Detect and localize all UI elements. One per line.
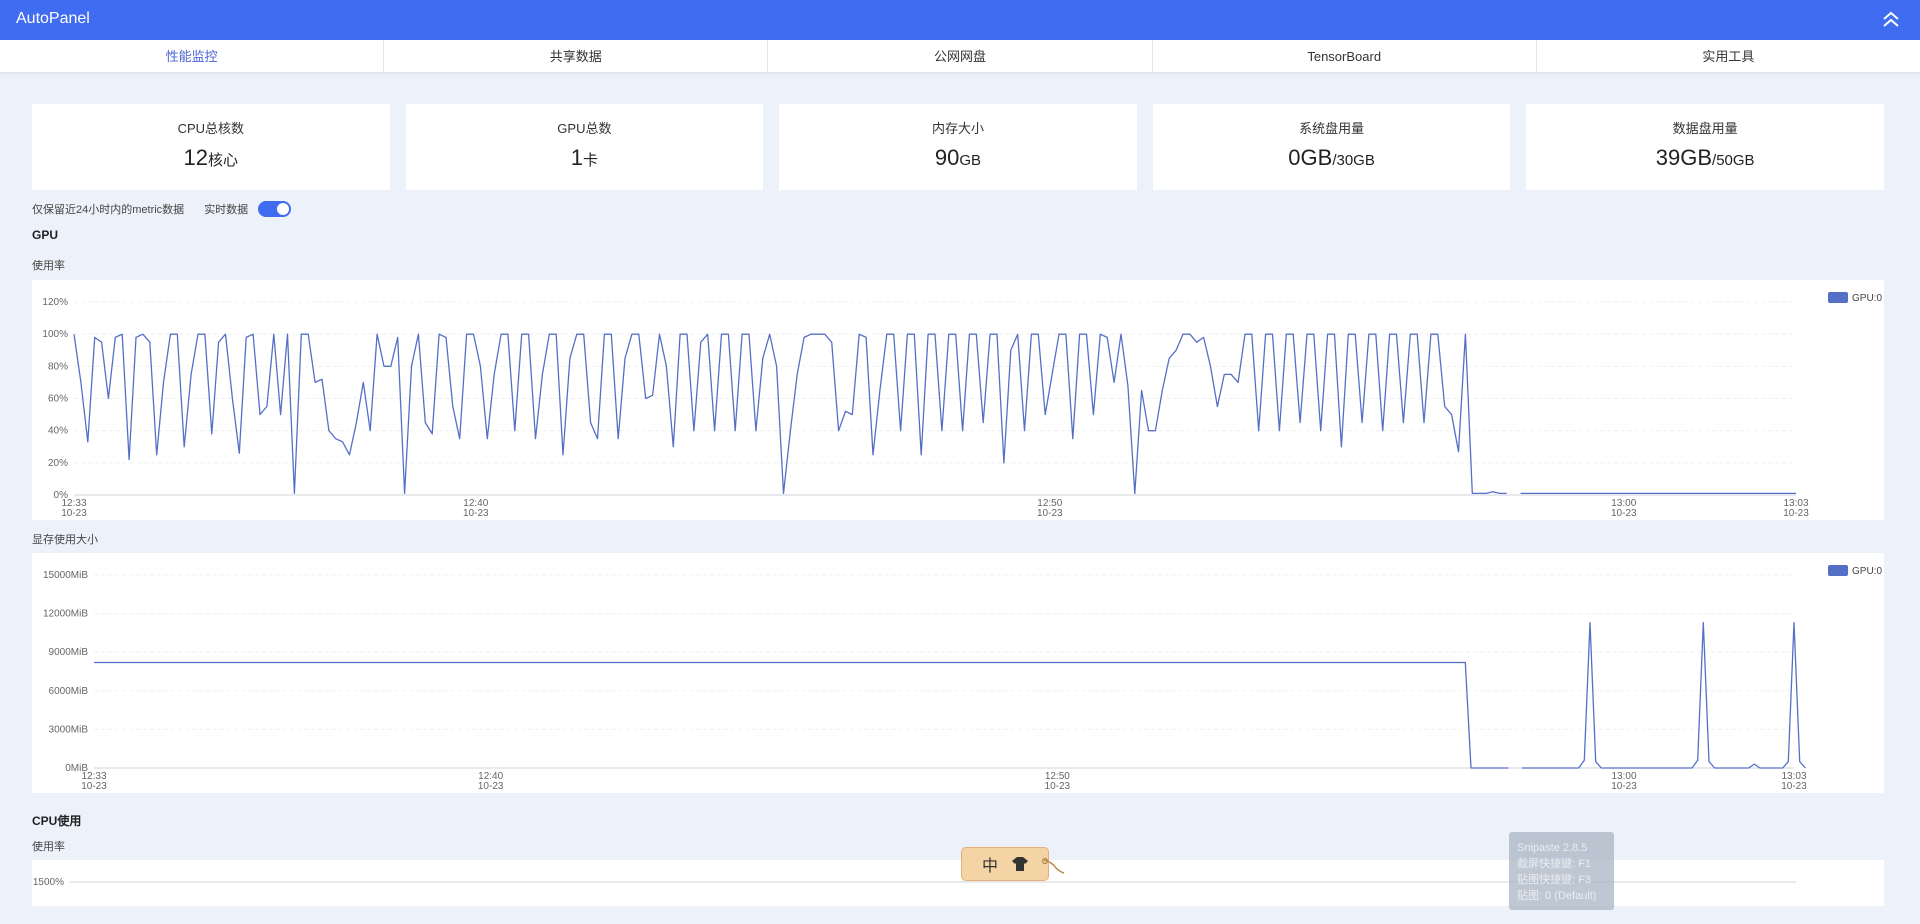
y-tick-label: 12000MiB bbox=[43, 609, 88, 620]
stat-number: 39GB bbox=[1655, 145, 1713, 170]
y-tick-label: 120% bbox=[42, 297, 68, 308]
y-tick-label: 80% bbox=[48, 361, 68, 372]
main-tabs: 性能监控 共享数据 公网网盘 TensorBoard 实用工具 bbox=[0, 40, 1920, 73]
stat-unit: /30GB bbox=[1332, 152, 1375, 169]
x-tick-label-date: 10-23 bbox=[463, 508, 489, 519]
gpu-usage-chart: 0% 20% 40% 60% 80% 100% 120% 12:33 10-23 12:40 10-… bbox=[32, 280, 1884, 520]
tooltip-line: 贴图: 0 (Default) bbox=[1517, 890, 1597, 902]
retention-note: 仅保留近24小时内的metric数据 bbox=[32, 204, 185, 216]
gpu-usage-chart-svg: 0%20%40%60%80%100%120%12:3310-2312:4010-… bbox=[42, 292, 1882, 519]
legend-swatch[interactable] bbox=[1828, 565, 1848, 576]
stat-label: GPU总数 bbox=[557, 121, 612, 136]
ime-toolbar[interactable]: 中 bbox=[961, 847, 1065, 881]
shirt-icon[interactable] bbox=[1012, 857, 1028, 871]
cpu-usage-label: 使用率 bbox=[32, 841, 65, 853]
y-tick-label: 40% bbox=[48, 426, 68, 437]
tooltip-line: Snipaste 2.8.5 bbox=[1517, 842, 1588, 854]
stat-card-system-disk: 系统盘用量 0GB/30GB bbox=[1152, 104, 1511, 190]
stat-value: 90GB bbox=[779, 145, 1137, 171]
options-row: 仅保留近24小时内的metric数据 实时数据 bbox=[32, 201, 292, 217]
stat-label: 系统盘用量 bbox=[1299, 121, 1365, 136]
stat-card-gpu-count: GPU总数 1卡 bbox=[405, 104, 764, 190]
legend-swatch[interactable] bbox=[1828, 292, 1848, 303]
stat-value: 1卡 bbox=[406, 145, 764, 171]
stat-number: 12 bbox=[183, 145, 209, 170]
stats-row: CPU总核数 12核心 GPU总数 1卡 内存大小 90GB 系统盘用量 0GB… bbox=[32, 104, 1884, 190]
tab-tensorboard[interactable]: TensorBoard bbox=[1153, 40, 1537, 72]
x-tick-label-date: 10-23 bbox=[1783, 508, 1809, 519]
tab-shared-data[interactable]: 共享数据 bbox=[384, 40, 769, 72]
x-tick-label-date: 10-23 bbox=[478, 781, 504, 792]
tab-utilities[interactable]: 实用工具 bbox=[1537, 40, 1920, 72]
stat-unit: GB bbox=[959, 152, 982, 169]
realtime-toggle[interactable] bbox=[258, 201, 292, 217]
stat-number: 1 bbox=[570, 145, 583, 170]
tab-performance-monitor[interactable]: 性能监控 bbox=[0, 40, 385, 72]
y-tick-label: 100% bbox=[42, 329, 68, 340]
gpu-memory-chart-svg: 0MiB3000MiB6000MiB9000MiB12000MiB15000Mi… bbox=[43, 565, 1882, 792]
y-tick-label: 6000MiB bbox=[49, 686, 89, 697]
gpu-memory-label: 显存使用大小 bbox=[32, 534, 98, 546]
snipaste-tooltip: Snipaste 2.8.5 截屏快捷键: F1 贴图快捷键: F3 贴图: 0… bbox=[1509, 832, 1614, 910]
series-line-gpu0 bbox=[1522, 621, 1806, 769]
top-bar: AutoPanel bbox=[0, 0, 1920, 40]
tooltip-line: 贴图快捷键: F3 bbox=[1517, 874, 1591, 886]
stat-label: 内存大小 bbox=[931, 121, 984, 136]
stat-card-memory-size: 内存大小 90GB bbox=[779, 104, 1137, 190]
x-tick-label-date: 10-23 bbox=[1611, 781, 1637, 792]
y-tick-label: 1500% bbox=[33, 877, 64, 888]
double-chevron-up-icon[interactable] bbox=[1880, 9, 1902, 31]
stat-value: 0GB/30GB bbox=[1153, 145, 1511, 171]
toggle-knob bbox=[277, 203, 290, 215]
stat-unit: 核心 bbox=[208, 152, 239, 169]
stat-value: 39GB/50GB bbox=[1526, 145, 1884, 171]
x-tick-label-date: 10-23 bbox=[61, 508, 87, 519]
legend-label[interactable]: GPU:0 bbox=[1852, 293, 1882, 304]
y-tick-label: 9000MiB bbox=[49, 647, 89, 658]
app-title: AutoPanel bbox=[16, 10, 90, 27]
gpu-usage-label: 使用率 bbox=[32, 260, 65, 272]
stat-card-data-disk: 数据盘用量 39GB/50GB bbox=[1526, 104, 1884, 190]
stat-label: CPU总核数 bbox=[177, 121, 245, 136]
y-tick-label: 20% bbox=[48, 458, 68, 469]
x-tick-label-date: 10-23 bbox=[1611, 508, 1637, 519]
legend-label[interactable]: GPU:0 bbox=[1852, 566, 1882, 577]
series-line-gpu0 bbox=[94, 661, 1509, 769]
cpu-section-title: CPU使用 bbox=[32, 814, 82, 828]
tooltip-line: 截屏快捷键: F1 bbox=[1517, 858, 1591, 870]
tag-tail-icon bbox=[1042, 858, 1065, 874]
y-tick-label: 60% bbox=[48, 394, 68, 405]
gpu-memory-chart: 0MiB 3000MiB 6000MiB 9000MiB 12000MiB 15000Mi… bbox=[32, 553, 1884, 793]
series-line-gpu0 bbox=[73, 333, 1507, 495]
stat-unit: /50GB bbox=[1712, 152, 1755, 169]
x-tick-label-date: 10-23 bbox=[1037, 508, 1063, 519]
realtime-label: 实时数据 bbox=[204, 204, 249, 216]
x-tick-label-date: 10-23 bbox=[81, 781, 107, 792]
stat-number: 90 bbox=[934, 145, 960, 170]
stat-card-cpu-cores: CPU总核数 12核心 bbox=[32, 104, 390, 190]
stat-number: 0GB bbox=[1288, 145, 1333, 170]
y-tick-label: 15000MiB bbox=[43, 570, 88, 581]
ime-mode-char[interactable]: 中 bbox=[982, 852, 998, 876]
stat-unit: 卡 bbox=[583, 152, 599, 169]
tab-public-netdisk[interactable]: 公网网盘 bbox=[768, 40, 1153, 72]
x-tick-label-date: 10-23 bbox=[1781, 781, 1807, 792]
y-tick-label: 3000MiB bbox=[49, 724, 89, 735]
stat-value: 12核心 bbox=[32, 145, 390, 171]
gpu-section-title: GPU bbox=[32, 228, 59, 242]
stat-label: 数据盘用量 bbox=[1672, 121, 1738, 136]
x-tick-label-date: 10-23 bbox=[1045, 781, 1071, 792]
